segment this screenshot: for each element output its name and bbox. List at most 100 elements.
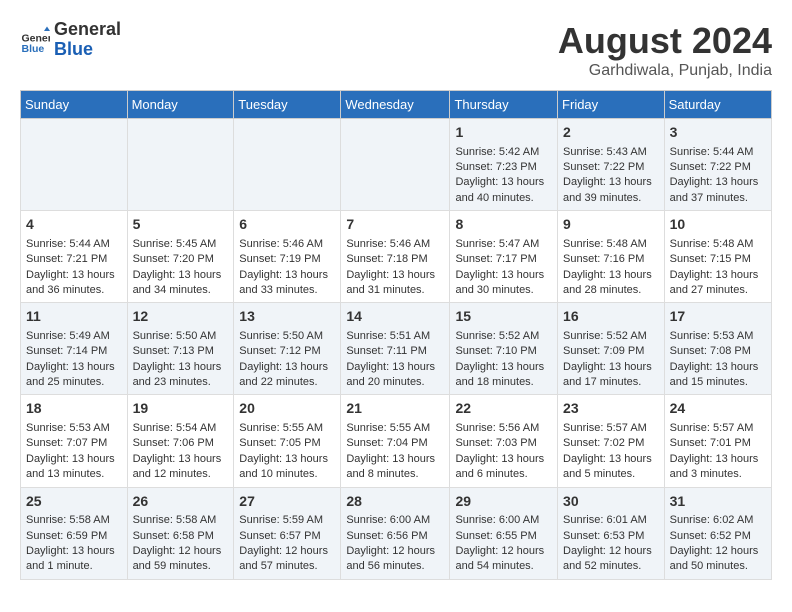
day-content: and 27 minutes. xyxy=(670,283,766,298)
logo-line1: General xyxy=(54,20,121,40)
calendar-cell: 8Sunrise: 5:47 AMSunset: 7:17 PMDaylight… xyxy=(450,211,558,303)
day-content: and 18 minutes. xyxy=(455,375,552,390)
day-content: Sunset: 7:14 PM xyxy=(26,344,122,359)
day-of-week-header: Wednesday xyxy=(341,91,450,119)
day-content: Sunset: 7:09 PM xyxy=(563,344,659,359)
day-number: 26 xyxy=(133,492,229,512)
calendar-cell: 11Sunrise: 5:49 AMSunset: 7:14 PMDayligh… xyxy=(21,303,128,395)
day-content: Sunset: 6:53 PM xyxy=(563,529,659,544)
day-of-week-header: Monday xyxy=(127,91,234,119)
day-content: Sunset: 7:02 PM xyxy=(563,436,659,451)
calendar-week-row: 18Sunrise: 5:53 AMSunset: 7:07 PMDayligh… xyxy=(21,395,772,487)
day-content: and 20 minutes. xyxy=(346,375,444,390)
calendar-cell: 30Sunrise: 6:01 AMSunset: 6:53 PMDayligh… xyxy=(558,487,665,579)
calendar-cell: 27Sunrise: 5:59 AMSunset: 6:57 PMDayligh… xyxy=(234,487,341,579)
day-content: Sunset: 7:11 PM xyxy=(346,344,444,359)
calendar-cell xyxy=(127,119,234,211)
day-number: 19 xyxy=(133,399,229,419)
day-content: and 36 minutes. xyxy=(26,283,122,298)
calendar-cell xyxy=(341,119,450,211)
day-content: Sunset: 6:58 PM xyxy=(133,529,229,544)
day-content: and 33 minutes. xyxy=(239,283,335,298)
day-content: Daylight: 13 hours xyxy=(239,268,335,283)
day-content: Sunrise: 5:58 AM xyxy=(133,513,229,528)
day-content: Sunset: 6:55 PM xyxy=(455,529,552,544)
day-number: 3 xyxy=(670,123,766,143)
day-content: Sunrise: 5:48 AM xyxy=(670,237,766,252)
day-content: Daylight: 13 hours xyxy=(26,452,122,467)
title-area: August 2024 Garhdiwala, Punjab, India xyxy=(558,20,772,80)
day-content: Sunset: 7:17 PM xyxy=(455,252,552,267)
day-content: Sunset: 7:23 PM xyxy=(455,160,552,175)
day-content: and 15 minutes. xyxy=(670,375,766,390)
day-content: Sunrise: 6:00 AM xyxy=(346,513,444,528)
day-content: Daylight: 13 hours xyxy=(133,452,229,467)
day-content: and 10 minutes. xyxy=(239,467,335,482)
day-content: Sunrise: 5:43 AM xyxy=(563,145,659,160)
day-number: 11 xyxy=(26,307,122,327)
calendar-week-row: 4Sunrise: 5:44 AMSunset: 7:21 PMDaylight… xyxy=(21,211,772,303)
day-content: Sunrise: 6:00 AM xyxy=(455,513,552,528)
day-content: Sunrise: 5:44 AM xyxy=(670,145,766,160)
day-content: Daylight: 13 hours xyxy=(133,268,229,283)
day-content: Daylight: 12 hours xyxy=(563,544,659,559)
day-content: Sunrise: 5:52 AM xyxy=(563,329,659,344)
day-content: Daylight: 12 hours xyxy=(239,544,335,559)
day-content: Sunset: 6:52 PM xyxy=(670,529,766,544)
day-content: and 12 minutes. xyxy=(133,467,229,482)
calendar-table: SundayMondayTuesdayWednesdayThursdayFrid… xyxy=(20,90,772,580)
day-content: and 56 minutes. xyxy=(346,559,444,574)
calendar-cell xyxy=(234,119,341,211)
day-number: 18 xyxy=(26,399,122,419)
day-content: Daylight: 12 hours xyxy=(455,544,552,559)
day-content: Daylight: 13 hours xyxy=(563,360,659,375)
location: Garhdiwala, Punjab, India xyxy=(558,62,772,80)
day-content: Sunset: 6:56 PM xyxy=(346,529,444,544)
page-header: General Blue General Blue August 2024 Ga… xyxy=(20,20,772,80)
day-content: and 37 minutes. xyxy=(670,191,766,206)
day-content: Sunrise: 5:56 AM xyxy=(455,421,552,436)
logo-line2: Blue xyxy=(54,40,121,60)
calendar-cell: 23Sunrise: 5:57 AMSunset: 7:02 PMDayligh… xyxy=(558,395,665,487)
day-content: and 23 minutes. xyxy=(133,375,229,390)
day-content: and 39 minutes. xyxy=(563,191,659,206)
day-number: 23 xyxy=(563,399,659,419)
calendar-week-row: 11Sunrise: 5:49 AMSunset: 7:14 PMDayligh… xyxy=(21,303,772,395)
day-content: Sunrise: 5:53 AM xyxy=(670,329,766,344)
day-content: Sunset: 7:22 PM xyxy=(563,160,659,175)
day-content: Sunrise: 5:45 AM xyxy=(133,237,229,252)
calendar-cell: 4Sunrise: 5:44 AMSunset: 7:21 PMDaylight… xyxy=(21,211,128,303)
day-content: and 13 minutes. xyxy=(26,467,122,482)
day-content: Sunrise: 5:53 AM xyxy=(26,421,122,436)
day-number: 22 xyxy=(455,399,552,419)
day-number: 30 xyxy=(563,492,659,512)
day-number: 16 xyxy=(563,307,659,327)
day-number: 1 xyxy=(455,123,552,143)
day-number: 13 xyxy=(239,307,335,327)
calendar-cell: 25Sunrise: 5:58 AMSunset: 6:59 PMDayligh… xyxy=(21,487,128,579)
calendar-cell: 17Sunrise: 5:53 AMSunset: 7:08 PMDayligh… xyxy=(664,303,771,395)
day-number: 14 xyxy=(346,307,444,327)
day-content: Daylight: 13 hours xyxy=(670,268,766,283)
calendar-cell: 29Sunrise: 6:00 AMSunset: 6:55 PMDayligh… xyxy=(450,487,558,579)
day-content: Daylight: 13 hours xyxy=(133,360,229,375)
day-of-week-header: Saturday xyxy=(664,91,771,119)
logo-text: General Blue xyxy=(54,20,121,60)
logo: General Blue General Blue xyxy=(20,20,121,60)
day-content: and 22 minutes. xyxy=(239,375,335,390)
day-content: Sunset: 7:20 PM xyxy=(133,252,229,267)
calendar-cell: 9Sunrise: 5:48 AMSunset: 7:16 PMDaylight… xyxy=(558,211,665,303)
day-number: 6 xyxy=(239,215,335,235)
day-content: Daylight: 13 hours xyxy=(26,360,122,375)
day-content: Sunset: 7:01 PM xyxy=(670,436,766,451)
calendar-cell: 18Sunrise: 5:53 AMSunset: 7:07 PMDayligh… xyxy=(21,395,128,487)
day-content: and 8 minutes. xyxy=(346,467,444,482)
day-content: Daylight: 13 hours xyxy=(670,175,766,190)
day-number: 17 xyxy=(670,307,766,327)
calendar-cell: 19Sunrise: 5:54 AMSunset: 7:06 PMDayligh… xyxy=(127,395,234,487)
day-content: Sunrise: 5:55 AM xyxy=(239,421,335,436)
calendar-cell: 1Sunrise: 5:42 AMSunset: 7:23 PMDaylight… xyxy=(450,119,558,211)
day-number: 12 xyxy=(133,307,229,327)
calendar-week-row: 1Sunrise: 5:42 AMSunset: 7:23 PMDaylight… xyxy=(21,119,772,211)
day-content: and 40 minutes. xyxy=(455,191,552,206)
